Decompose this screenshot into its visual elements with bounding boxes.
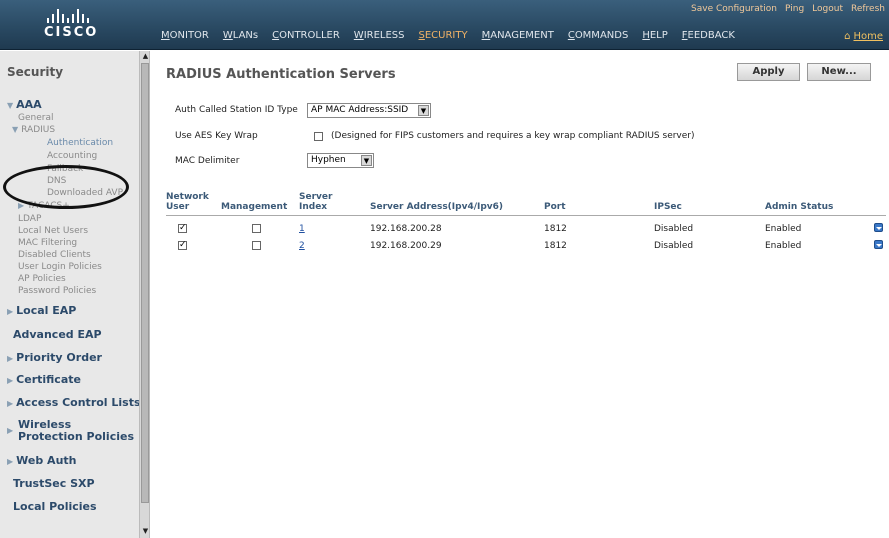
nav-wireless[interactable]: WIRELESS bbox=[354, 30, 405, 41]
col-server-index: Server Index bbox=[299, 192, 333, 212]
sidebar-item-ap-policies[interactable]: AP Policies bbox=[18, 274, 66, 284]
sidebar-item-general[interactable]: General bbox=[18, 113, 53, 123]
sidebar-item-accounting[interactable]: Accounting bbox=[47, 151, 97, 161]
ipsec-status: Disabled bbox=[654, 241, 694, 251]
collapsed-arrow-icon: ▶ bbox=[7, 399, 14, 408]
cisco-bars-icon bbox=[47, 9, 89, 23]
new-button[interactable]: New... bbox=[807, 63, 871, 81]
ping-link[interactable]: Ping bbox=[785, 4, 804, 14]
server-port: 1812 bbox=[544, 224, 567, 234]
sidebar-item-local-eap[interactable]: ▶ Local EAP bbox=[7, 304, 76, 317]
server-index-link[interactable]: 1 bbox=[299, 224, 305, 234]
sidebar-item-radius[interactable]: ▼ RADIUS bbox=[12, 125, 55, 135]
ipsec-status: Disabled bbox=[654, 224, 694, 234]
admin-status: Enabled bbox=[765, 224, 802, 234]
save-configuration-link[interactable]: Save Configuration bbox=[691, 4, 777, 14]
collapsed-arrow-icon: ▶ bbox=[7, 354, 14, 363]
radius-highlight-circle bbox=[3, 165, 129, 209]
main-nav: MONITOR WLANs CONTROLLER WIRELESS SECURI… bbox=[161, 30, 749, 41]
aes-key-wrap-label: Use AES Key Wrap bbox=[175, 131, 258, 141]
server-port: 1812 bbox=[544, 241, 567, 251]
sidebar-item-access-control-lists[interactable]: ▶ Access Control Lists bbox=[7, 396, 141, 409]
sidebar-item-disabled-clients[interactable]: Disabled Clients bbox=[18, 250, 91, 260]
nav-controller[interactable]: CONTROLLER bbox=[272, 30, 340, 41]
nav-wlans[interactable]: WLANs bbox=[223, 30, 258, 41]
collapsed-arrow-icon: ▶ bbox=[7, 307, 14, 316]
header-divider bbox=[166, 215, 886, 216]
top-links: Save Configuration Ping Logout Refresh bbox=[683, 4, 885, 14]
aes-key-wrap-note: (Designed for FIPS customers and require… bbox=[331, 131, 695, 141]
collapsed-arrow-icon: ▶ bbox=[7, 426, 14, 435]
apply-button[interactable]: Apply bbox=[737, 63, 800, 81]
sidebar-title: Security bbox=[7, 65, 64, 79]
nav-commands[interactable]: COMMANDS bbox=[568, 30, 628, 41]
auth-called-station-select[interactable]: AP MAC Address:SSID ▼ bbox=[307, 103, 431, 118]
sidebar-item-local-net-users[interactable]: Local Net Users bbox=[18, 226, 88, 236]
sidebar: Security ▼ AAA General ▼ RADIUS Authentica… bbox=[0, 51, 150, 538]
home-label: Home bbox=[853, 31, 883, 42]
home-icon: ⌂ bbox=[844, 31, 851, 42]
admin-status: Enabled bbox=[765, 241, 802, 251]
sidebar-item-ldap[interactable]: LDAP bbox=[18, 214, 41, 224]
sidebar-item-user-login-policies[interactable]: User Login Policies bbox=[18, 262, 102, 272]
nav-help[interactable]: HELP bbox=[642, 30, 667, 41]
scrollbar-thumb[interactable] bbox=[141, 63, 149, 503]
sidebar-item-priority-order[interactable]: ▶ Priority Order bbox=[7, 351, 102, 364]
col-network-user: Network User bbox=[166, 192, 209, 212]
chevron-down-icon: ▼ bbox=[418, 105, 429, 116]
network-user-checkbox[interactable] bbox=[178, 224, 187, 233]
col-server-address: Server Address(Ipv4/Ipv6) bbox=[370, 202, 504, 212]
network-user-checkbox[interactable] bbox=[178, 241, 187, 250]
sidebar-item-wireless-protection-policies[interactable]: ▶ Wireless Protection Policies bbox=[7, 419, 139, 443]
auth-called-station-label: Auth Called Station ID Type bbox=[175, 105, 298, 115]
sidebar-item-aaa[interactable]: ▼ AAA bbox=[7, 98, 42, 111]
nav-monitor[interactable]: MONITOR bbox=[161, 30, 209, 41]
aes-key-wrap-checkbox[interactable] bbox=[314, 132, 323, 141]
expanded-arrow-icon: ▼ bbox=[12, 125, 19, 134]
sidebar-item-mac-filtering[interactable]: MAC Filtering bbox=[18, 238, 77, 248]
collapsed-arrow-icon: ▶ bbox=[7, 376, 14, 385]
refresh-link[interactable]: Refresh bbox=[851, 4, 885, 14]
row-dropdown-icon[interactable] bbox=[874, 240, 883, 249]
server-index-link[interactable]: 2 bbox=[299, 241, 305, 251]
logout-link[interactable]: Logout bbox=[812, 4, 843, 14]
server-address: 192.168.200.28 bbox=[370, 224, 442, 234]
scroll-down-icon[interactable]: ▼ bbox=[141, 527, 149, 536]
server-address: 192.168.200.29 bbox=[370, 241, 442, 251]
sidebar-item-web-auth[interactable]: ▶ Web Auth bbox=[7, 454, 77, 467]
sidebar-item-certificate[interactable]: ▶ Certificate bbox=[7, 373, 81, 386]
mac-delimiter-select[interactable]: Hyphen ▼ bbox=[307, 153, 374, 168]
row-dropdown-icon[interactable] bbox=[874, 223, 883, 232]
page-title: RADIUS Authentication Servers bbox=[166, 67, 396, 82]
nav-security[interactable]: SECURITY bbox=[419, 30, 468, 41]
col-management: Management bbox=[221, 202, 288, 212]
management-checkbox[interactable] bbox=[252, 241, 261, 250]
col-admin-status: Admin Status bbox=[765, 202, 834, 212]
expanded-arrow-icon: ▼ bbox=[7, 101, 14, 110]
cisco-logo: cisco bbox=[0, 0, 150, 50]
nav-management[interactable]: MANAGEMENT bbox=[482, 30, 554, 41]
chevron-down-icon: ▼ bbox=[361, 155, 372, 166]
col-port: Port bbox=[544, 202, 566, 212]
sidebar-item-password-policies[interactable]: Password Policies bbox=[18, 286, 96, 296]
col-ipsec: IPSec bbox=[654, 202, 682, 212]
header-bar: cisco Save Configuration Ping Logout Refres… bbox=[0, 0, 889, 50]
mac-delimiter-label: MAC Delimiter bbox=[175, 156, 240, 166]
sidebar-item-advanced-eap[interactable]: Advanced EAP bbox=[13, 328, 102, 341]
cisco-wordmark: cisco bbox=[44, 25, 99, 40]
main-content: RADIUS Authentication Servers Apply New.… bbox=[151, 51, 889, 538]
sidebar-item-local-policies[interactable]: Local Policies bbox=[13, 500, 97, 513]
sidebar-item-trustsec-sxp[interactable]: TrustSec SXP bbox=[13, 477, 95, 490]
collapsed-arrow-icon: ▶ bbox=[7, 457, 14, 466]
management-checkbox[interactable] bbox=[252, 224, 261, 233]
sidebar-item-authentication[interactable]: Authentication bbox=[47, 138, 113, 148]
scroll-up-icon[interactable]: ▲ bbox=[141, 52, 149, 61]
nav-feedback[interactable]: FEEDBACK bbox=[682, 30, 735, 41]
home-link[interactable]: ⌂ Home bbox=[844, 31, 883, 42]
sidebar-scrollbar[interactable]: ▲ ▼ bbox=[139, 51, 149, 538]
